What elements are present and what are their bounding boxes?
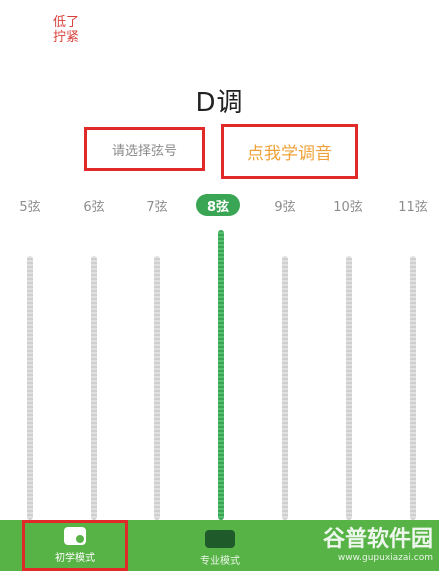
string-tab-5[interactable]: 5弦 — [10, 194, 50, 216]
nav-beginner-mode[interactable]: 初学模式 — [22, 520, 128, 571]
learn-tuning-label: 点我学调音 — [247, 144, 332, 164]
bottom-nav-bar: 初学模式 专业模式 谷普软件园 www.gupuxiazai.com — [0, 520, 439, 571]
string-line-7 — [154, 256, 160, 520]
string-line-6 — [91, 256, 97, 520]
watermark-url: www.gupuxiazai.com — [337, 553, 433, 563]
select-string-button[interactable]: 请选择弦号 — [84, 127, 205, 171]
pro-mode-icon — [205, 530, 235, 548]
string-tab-11[interactable]: 11弦 — [390, 194, 436, 216]
string-tab-7[interactable]: 7弦 — [137, 194, 177, 216]
nav-pro-label: 专业模式 — [200, 556, 240, 567]
string-selector: 5弦 6弦 7弦 8弦 9弦 10弦 11弦 — [0, 194, 439, 218]
string-line-8 — [218, 230, 224, 520]
nav-beginner-label: 初学模式 — [55, 553, 95, 564]
watermark-text: 谷普软件园 — [322, 527, 433, 552]
string-tab-8[interactable]: 8弦 — [196, 194, 240, 216]
string-line-11 — [410, 256, 416, 520]
watermark-logo: 谷普软件园 www.gupuxiazai.com — [305, 521, 433, 563]
tuning-hint-line1: 低了 — [53, 15, 80, 30]
beginner-mode-icon — [64, 527, 86, 545]
string-tab-10[interactable]: 10弦 — [325, 194, 371, 216]
learn-tuning-button[interactable]: 点我学调音 — [221, 124, 358, 179]
string-line-5 — [27, 256, 33, 520]
string-tab-6[interactable]: 6弦 — [74, 194, 114, 216]
nav-pro-mode[interactable]: 专业模式 — [180, 520, 260, 571]
select-string-label: 请选择弦号 — [111, 143, 177, 159]
key-title: D调 — [195, 88, 244, 118]
tuning-hint-line2: 拧紧 — [53, 30, 80, 45]
string-tab-9[interactable]: 9弦 — [265, 194, 305, 216]
string-line-9 — [282, 256, 288, 520]
tuning-hint: 低了 拧紧 — [53, 15, 79, 45]
string-line-10 — [346, 256, 352, 520]
